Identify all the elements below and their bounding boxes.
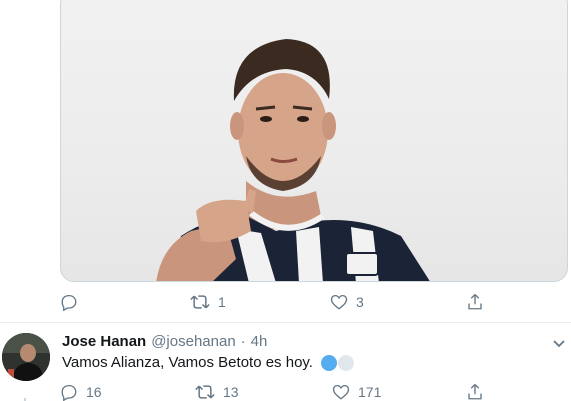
retweet-icon bbox=[190, 295, 210, 309]
tweet-header: Jose Hanan @josehanan · 4h bbox=[62, 333, 267, 350]
separator: · bbox=[240, 333, 246, 350]
tweet-actions: 1 3 bbox=[60, 292, 500, 312]
tweet-previous: 1 3 bbox=[0, 0, 571, 323]
reply-icon bbox=[61, 384, 77, 401]
tweet-text: Vamos Alianza, Vamos Betoto es hoy. bbox=[62, 354, 354, 371]
reply-button[interactable] bbox=[60, 292, 86, 312]
heart-icon bbox=[332, 384, 350, 400]
like-count: 171 bbox=[358, 384, 382, 400]
reply-count: 16 bbox=[86, 384, 102, 400]
retweet-button[interactable]: 1 bbox=[190, 292, 226, 312]
retweet-count: 13 bbox=[223, 384, 239, 400]
retweet-button[interactable]: 13 bbox=[195, 382, 239, 401]
author-name[interactable]: Jose Hanan bbox=[62, 333, 146, 350]
author-handle[interactable]: @josehanan bbox=[151, 333, 235, 350]
avatar[interactable] bbox=[2, 333, 50, 381]
like-count: 3 bbox=[356, 294, 364, 310]
blue-circle-emoji bbox=[320, 354, 337, 371]
tweet-text-content: Vamos Alianza, Vamos Betoto es hoy. bbox=[62, 354, 313, 371]
share-button[interactable] bbox=[466, 382, 484, 401]
like-button[interactable]: 3 bbox=[330, 292, 364, 312]
retweet-count: 1 bbox=[218, 294, 226, 310]
avatar-image bbox=[2, 333, 50, 381]
tweet-actions: 16 13 171 bbox=[60, 382, 500, 401]
share-icon bbox=[468, 294, 482, 310]
white-circle-emoji bbox=[337, 354, 354, 371]
share-icon bbox=[468, 384, 482, 400]
share-button[interactable] bbox=[466, 292, 484, 312]
like-button[interactable]: 171 bbox=[332, 382, 381, 401]
player-photo-illustration bbox=[156, 39, 430, 281]
chevron-down-icon bbox=[553, 340, 565, 348]
emoji-group bbox=[320, 354, 354, 371]
more-options-button[interactable] bbox=[552, 336, 566, 354]
tweet-media-photo[interactable] bbox=[60, 0, 568, 282]
retweet-icon bbox=[195, 385, 215, 399]
heart-icon bbox=[330, 294, 348, 310]
timestamp[interactable]: 4h bbox=[251, 333, 268, 350]
reply-button[interactable]: 16 bbox=[60, 382, 102, 401]
reply-icon bbox=[61, 294, 77, 311]
